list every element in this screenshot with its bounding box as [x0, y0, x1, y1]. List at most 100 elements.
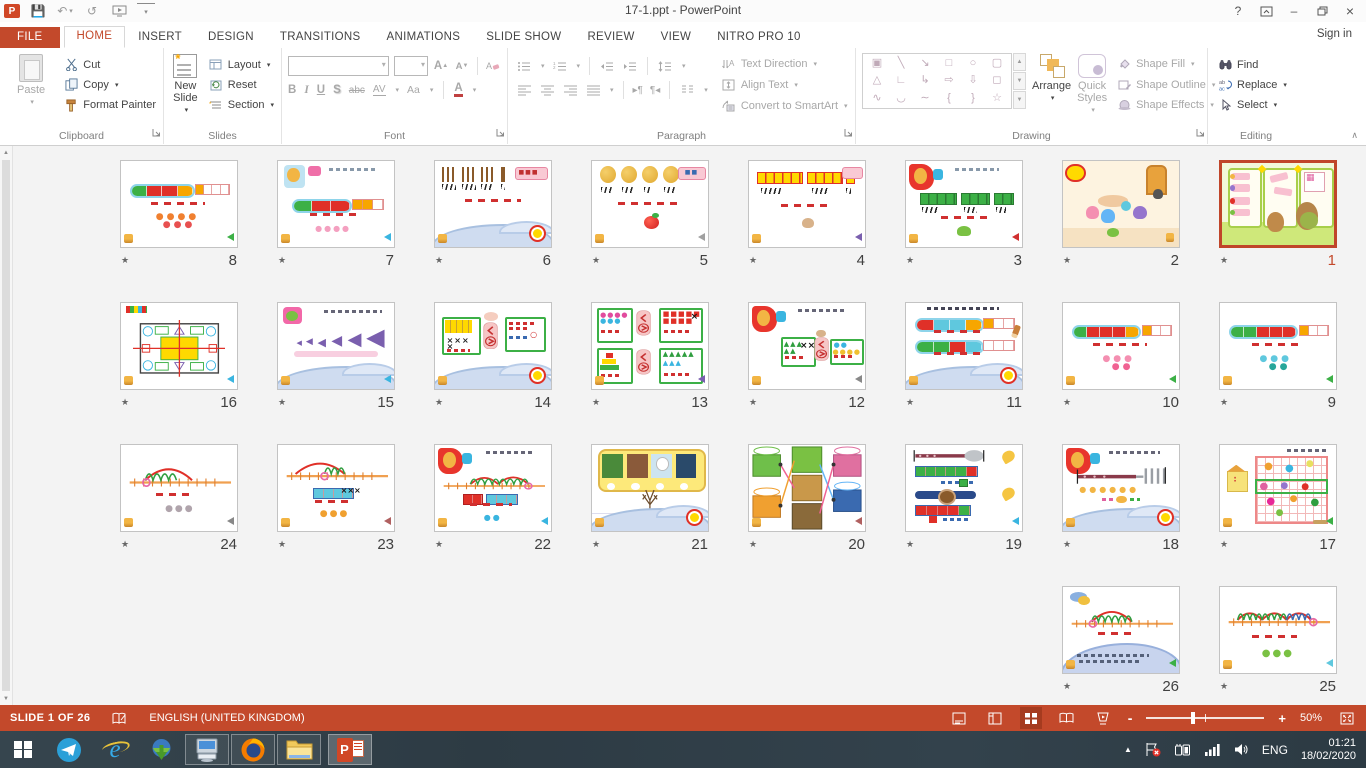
animation-star-icon[interactable]: ★: [278, 397, 286, 408]
decrease-font-size-icon[interactable]: A▼: [454, 59, 470, 74]
tab-nitro-pro-10[interactable]: NITRO PRO 10: [704, 27, 813, 48]
slide-thumbnail-1[interactable]: ▦: [1219, 160, 1337, 248]
columns-icon[interactable]: [679, 83, 695, 98]
animation-star-icon[interactable]: ★: [278, 255, 286, 266]
align-right-icon[interactable]: [562, 83, 578, 98]
change-case-button[interactable]: Aa: [407, 84, 420, 96]
slide-thumbnail-18[interactable]: ●●●●●●: [1062, 444, 1180, 532]
animation-star-icon[interactable]: ★: [592, 255, 600, 266]
animation-star-icon[interactable]: ★: [1063, 539, 1071, 550]
scrollbar-thumb[interactable]: [2, 160, 10, 691]
shapes-gallery[interactable]: ▣╲↘□○▢ △∟↳⇨⇩◻ ∿◡∼{}☆: [862, 53, 1012, 109]
fit-slide-to-window-icon[interactable]: [1336, 707, 1358, 729]
shape-outline-button[interactable]: Shape Outline▾: [1113, 75, 1218, 95]
font-name-combobox[interactable]: [288, 56, 389, 76]
slide-thumbnail-16[interactable]: [120, 302, 238, 390]
vertical-scrollbar[interactable]: ▲ ▼: [0, 146, 13, 705]
slide-thumbnail-25[interactable]: ●●●: [1219, 586, 1337, 674]
scroll-up-icon[interactable]: ▲: [0, 146, 12, 159]
zoom-level[interactable]: 50%: [1300, 712, 1322, 724]
tray-language[interactable]: ENG: [1262, 743, 1288, 757]
slide-thumbnail-7[interactable]: ●●●●: [277, 160, 395, 248]
restore-icon[interactable]: [1308, 0, 1336, 22]
slide-thumbnail-14[interactable]: ××××○: [434, 302, 552, 390]
spell-check-icon[interactable]: [112, 712, 127, 725]
animation-star-icon[interactable]: ★: [1063, 681, 1071, 692]
animation-star-icon[interactable]: ★: [906, 397, 914, 408]
slide-thumbnail-5[interactable]: ■■: [591, 160, 709, 248]
tab-transitions[interactable]: TRANSITIONS: [267, 27, 374, 48]
scroll-down-icon[interactable]: ▼: [0, 692, 12, 705]
line-spacing-icon[interactable]: [657, 59, 673, 74]
animation-star-icon[interactable]: ★: [749, 539, 757, 550]
normal-view-button[interactable]: [984, 707, 1006, 729]
ribbon-display-options-icon[interactable]: [1252, 0, 1280, 22]
animation-star-icon[interactable]: ★: [435, 539, 443, 550]
shape-fill-button[interactable]: Shape Fill▾: [1113, 54, 1218, 74]
power-battery-icon[interactable]: [1174, 743, 1191, 757]
animation-star-icon[interactable]: ★: [121, 397, 129, 408]
copy-button[interactable]: Copy▾: [60, 75, 159, 94]
convert-to-smartart-button[interactable]: Convert to SmartArt▾: [718, 96, 851, 116]
slide-thumbnail-11[interactable]: [905, 302, 1023, 390]
tray-clock[interactable]: 01:21 18/02/2020: [1301, 737, 1356, 763]
align-left-icon[interactable]: [516, 83, 532, 98]
new-slide-button[interactable]: New Slide ▾: [170, 53, 201, 115]
slide-thumbnail-13[interactable]: ●●●●●●●■■■■■■■■■×▲▲▲▲▲▲▲▲: [591, 302, 709, 390]
tab-view[interactable]: VIEW: [648, 27, 705, 48]
taskbar-idm-icon[interactable]: [138, 731, 184, 768]
cut-button[interactable]: Cut: [60, 55, 159, 74]
underline-button[interactable]: U: [317, 84, 325, 96]
animation-star-icon[interactable]: ★: [1220, 539, 1228, 550]
zoom-in-icon[interactable]: +: [1278, 711, 1286, 726]
minimize-icon[interactable]: –: [1280, 0, 1308, 22]
animation-star-icon[interactable]: ★: [1220, 255, 1228, 266]
tab-review[interactable]: REVIEW: [574, 27, 647, 48]
select-button[interactable]: Select▾: [1214, 96, 1290, 115]
shapes-more-icon[interactable]: ▼: [1013, 91, 1026, 109]
strikethrough-button[interactable]: abc: [349, 85, 365, 96]
align-text-button[interactable]: Align Text▾: [718, 75, 851, 95]
sign-in-link[interactable]: Sign in: [1317, 28, 1352, 40]
animation-star-icon[interactable]: ★: [435, 397, 443, 408]
slide-thumbnail-12[interactable]: ▲▲▲▲▲××●●●●●●: [748, 302, 866, 390]
bullets-icon[interactable]: [516, 59, 532, 74]
animation-star-icon[interactable]: ★: [121, 539, 129, 550]
numbering-icon[interactable]: 12: [552, 59, 568, 74]
animation-star-icon[interactable]: ★: [1220, 397, 1228, 408]
animation-star-icon[interactable]: ★: [435, 255, 443, 266]
help-icon[interactable]: ?: [1224, 0, 1252, 22]
animation-star-icon[interactable]: ★: [906, 539, 914, 550]
taskbar-powerpoint-icon[interactable]: P: [328, 734, 372, 765]
zoom-slider-thumb[interactable]: [1191, 712, 1195, 724]
drawing-dialog-launcher-icon[interactable]: [1196, 124, 1205, 142]
slide-thumbnail-10[interactable]: ●●●●●: [1062, 302, 1180, 390]
rtl-direction-icon[interactable]: ¶◂: [650, 85, 660, 96]
slide-thumbnail-15[interactable]: ◀◀◀◀◀◀: [277, 302, 395, 390]
text-shadow-button[interactable]: S: [333, 84, 341, 96]
tab-design[interactable]: DESIGN: [195, 27, 267, 48]
animation-star-icon[interactable]: ★: [906, 255, 914, 266]
replace-button[interactable]: abac Replace▾: [1214, 75, 1290, 94]
paragraph-dialog-launcher-icon[interactable]: [844, 124, 853, 142]
arrange-button[interactable]: Arrange ▾: [1032, 53, 1071, 115]
font-size-combobox[interactable]: [394, 56, 428, 76]
volume-icon[interactable]: [1234, 743, 1249, 756]
start-button[interactable]: [0, 731, 46, 768]
paste-button[interactable]: Paste ▾: [6, 53, 56, 115]
slide-thumbnail-8[interactable]: ●●●●●●●: [120, 160, 238, 248]
taskbar-firefox-icon[interactable]: [231, 734, 275, 765]
tab-animations[interactable]: ANIMATIONS: [374, 27, 474, 48]
zoom-out-icon[interactable]: -: [1128, 710, 1133, 726]
quick-styles-button[interactable]: Quick Styles ▾: [1077, 53, 1107, 115]
format-painter-button[interactable]: Format Painter: [60, 96, 159, 115]
slide-thumbnail-24[interactable]: ●●●: [120, 444, 238, 532]
find-button[interactable]: Find: [1214, 55, 1290, 74]
slide-thumbnail-2[interactable]: [1062, 160, 1180, 248]
collapse-ribbon-icon[interactable]: ∧: [1351, 130, 1358, 141]
justify-icon[interactable]: [585, 83, 601, 98]
slide-thumbnail-20[interactable]: [748, 444, 866, 532]
tab-insert[interactable]: INSERT: [125, 27, 195, 48]
clear-formatting-icon[interactable]: A: [485, 59, 501, 74]
bold-button[interactable]: B: [288, 84, 296, 96]
